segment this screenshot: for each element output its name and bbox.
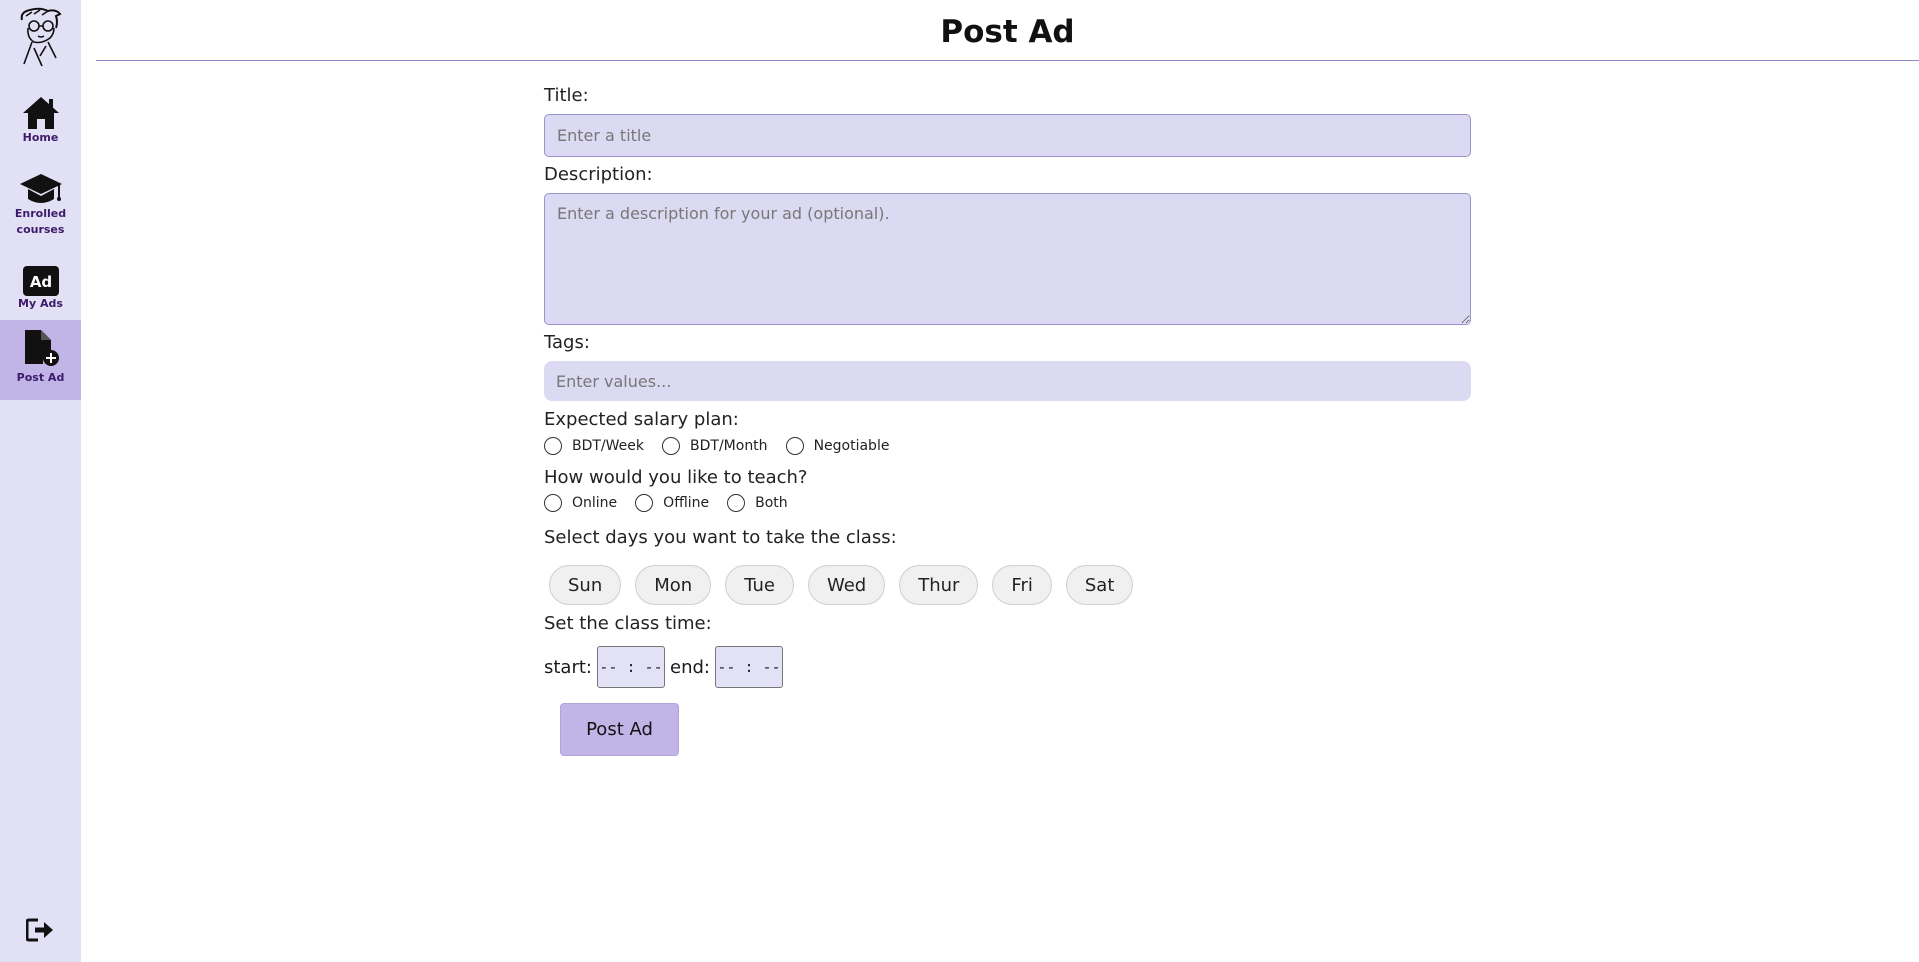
day-button-tue[interactable]: Tue (725, 565, 794, 605)
tags-input[interactable] (544, 361, 1471, 401)
radio-label: Online (572, 495, 618, 511)
teach-mode-options: Online Offline Both (544, 494, 806, 512)
sidebar-item-post-ad[interactable]: Post Ad (0, 320, 81, 400)
page-header: Post Ad (96, 0, 1919, 61)
radio-label: Both (755, 495, 788, 511)
day-button-thur[interactable]: Thur (899, 565, 979, 605)
days-label: Select days you want to take the class: (544, 527, 897, 548)
day-button-mon[interactable]: Mon (635, 565, 712, 605)
radio-bdt-month[interactable]: BDT/Month (662, 437, 768, 455)
sidebar-item-label: Enrolled courses (14, 207, 67, 236)
radio-label: BDT/Week (572, 438, 645, 454)
start-time-label: start: (544, 656, 592, 678)
radio-label: BDT/Month (690, 438, 768, 454)
radio-online[interactable]: Online (544, 494, 617, 512)
title-label: Title: (544, 85, 589, 106)
radio-circle[interactable] (727, 494, 746, 512)
sidebar: Home Enrolled courses Ad My Ads Post Ad (0, 0, 81, 962)
radio-circle[interactable] (635, 494, 654, 512)
sidebar-item-label: Home (22, 131, 59, 144)
sidebar-item-label: Post Ad (16, 371, 65, 384)
salary-plan-options: BDT/Week BDT/Month Negotiable (544, 437, 907, 455)
end-time-input[interactable]: -- : -- (714, 646, 783, 688)
sidebar-item-my-ads[interactable]: Ad My Ads (0, 250, 81, 316)
start-time-input[interactable]: -- : -- (597, 646, 665, 688)
ad-icon: Ad (22, 250, 59, 296)
class-time-label: Set the class time: (544, 613, 712, 634)
tags-label: Tags: (544, 332, 590, 353)
day-button-sat[interactable]: Sat (1065, 565, 1134, 605)
svg-text:Ad: Ad (29, 273, 51, 291)
day-button-wed[interactable]: Wed (807, 565, 886, 605)
end-time-label: end: (670, 656, 710, 678)
radio-both[interactable]: Both (727, 494, 788, 512)
description-label: Description: (544, 164, 653, 185)
page-title: Post Ad (940, 14, 1075, 50)
radio-circle[interactable] (544, 437, 562, 455)
logout-icon[interactable] (26, 918, 54, 942)
sidebar-item-label: My Ads (18, 297, 63, 310)
salary-plan-label: Expected salary plan: (544, 409, 739, 430)
radio-circle[interactable] (785, 437, 804, 455)
radio-label: Negotiable (813, 438, 890, 454)
logo-icon (20, 7, 62, 67)
day-button-fri[interactable]: Fri (992, 565, 1052, 605)
radio-circle[interactable] (662, 437, 681, 455)
sidebar-item-home[interactable]: Home (0, 84, 81, 150)
class-time-row: start: -- : -- end: -- : -- (544, 646, 788, 688)
post-ad-button[interactable]: Post Ad (560, 703, 679, 756)
day-button-sun[interactable]: Sun (549, 565, 622, 605)
radio-negotiable[interactable]: Negotiable (785, 437, 890, 455)
radio-circle[interactable] (544, 494, 562, 512)
graduation-cap-icon (19, 162, 63, 206)
radio-label: Offline (663, 495, 710, 511)
title-input[interactable] (544, 114, 1471, 157)
description-input[interactable] (544, 193, 1471, 325)
radio-bdt-week[interactable]: BDT/Week (544, 437, 644, 455)
days-selector: Sun Mon Tue Wed Thur Fri Sat (549, 565, 1147, 605)
radio-offline[interactable]: Offline (635, 494, 709, 512)
home-icon (22, 84, 60, 130)
sidebar-item-enrolled-courses[interactable]: Enrolled courses (0, 162, 81, 238)
teach-mode-label: How would you like to teach? (544, 467, 808, 488)
file-add-icon (23, 330, 59, 366)
